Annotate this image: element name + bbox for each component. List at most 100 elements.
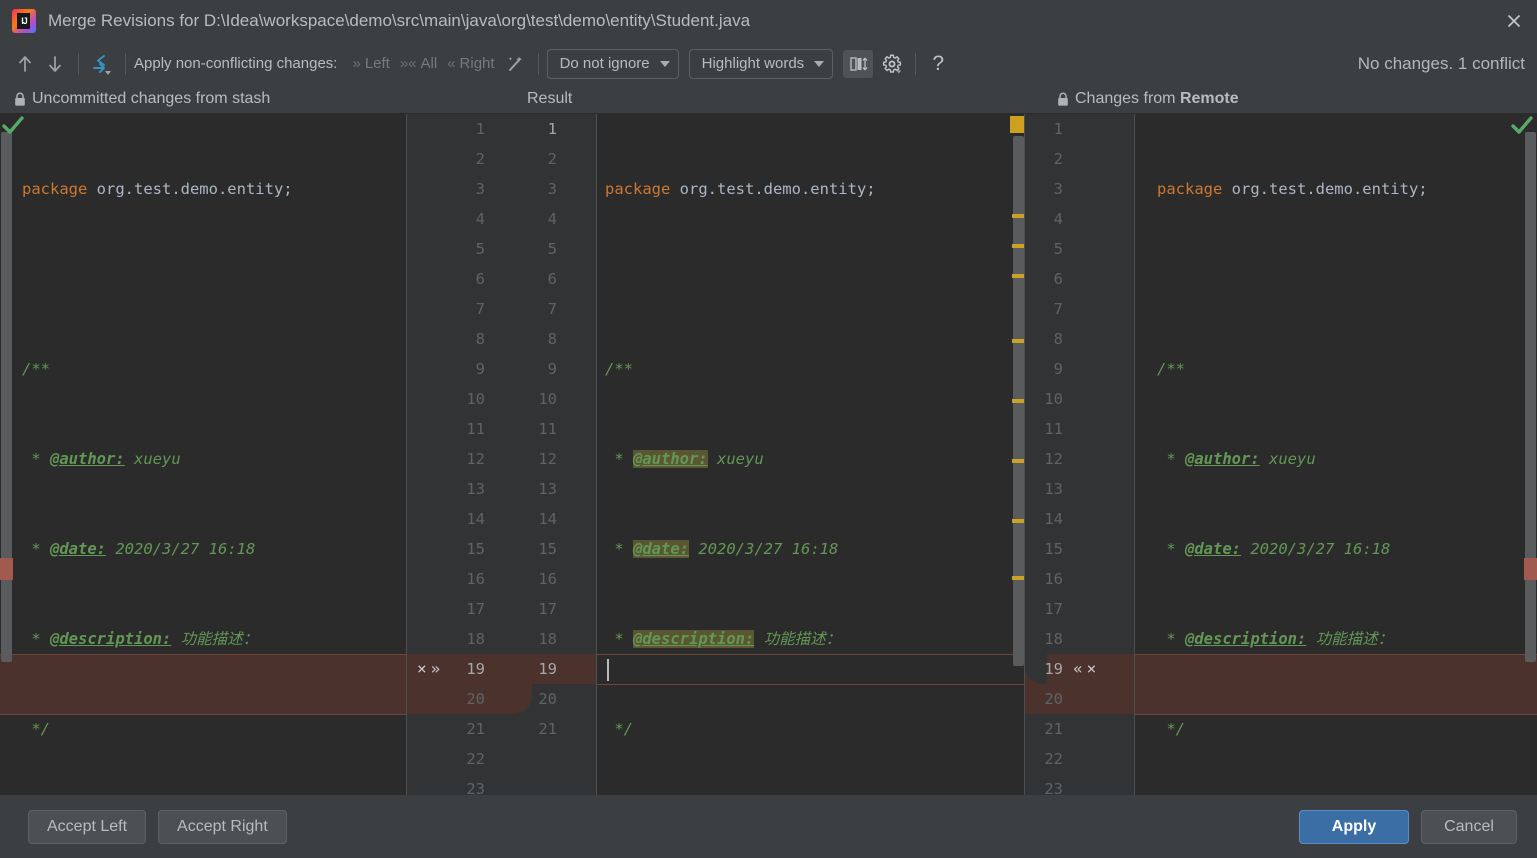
apply-all-non-conflicting-icon[interactable] [87,50,117,78]
result-editor-pane[interactable]: package org.test.demo.entity; /** * @aut… [597,114,1025,795]
magic-resolve-icon[interactable] [500,50,530,78]
code-line: */ [1157,720,1185,738]
apply-right-button[interactable]: « Right [442,53,499,74]
result-right-gutter: 1 2 3 4 5 6 7 8 9 10 11 12 13 14 15 16 1… [1025,114,1135,795]
chevron-both-icon: »« [399,55,417,72]
right-line-numbers: 4 [1053,210,1063,228]
right-line-numbers: 15 [1044,540,1063,558]
right-line-numbers: 11 [1044,420,1063,438]
collapse-unchanged-toggle[interactable] [843,49,874,78]
code-line: * @author: xueyu [605,450,764,468]
apply-all-button[interactable]: »« All [395,53,442,74]
left-line-numbers: 4 [475,210,485,228]
window-title: Merge Revisions for D:\Idea\workspace\de… [48,11,751,30]
chevron-down-icon [659,60,670,67]
right-line-numbers: 1 [1053,120,1063,138]
right-line-numbers: 13 [1044,480,1063,498]
accept-left-to-result-icon[interactable]: » [431,654,441,684]
left-line-numbers: 16 [466,570,485,588]
result-line-numbers: 6 [547,270,557,288]
left-scrollbar[interactable] [0,114,13,795]
left-pane-divider [406,114,407,795]
cancel-button[interactable]: Cancel [1421,809,1517,844]
apply-left-button[interactable]: » Left [347,53,394,74]
right-scrollbar[interactable] [1524,114,1537,795]
ok-check-icon-left [2,116,24,134]
apply-button[interactable]: Apply [1299,809,1409,844]
left-line-numbers: 15 [466,540,485,558]
ignore-policy-select[interactable]: Do not ignore [546,48,679,79]
left-line-numbers: 18 [466,630,485,648]
result-line-numbers: 3 [547,180,557,198]
result-line-numbers: 20 [538,690,557,708]
left-line-numbers: 21 [466,720,485,738]
right-line-numbers: 9 [1053,360,1063,378]
code-line: /** [605,360,633,378]
apply-all-label: All [420,55,438,72]
left-editor-pane[interactable]: package org.test.demo.entity; /** * @aut… [0,114,407,795]
apply-right-label: Right [459,55,495,72]
left-line-numbers: 23 [466,780,485,795]
text-caret [607,659,609,681]
right-line-numbers: 19 [1044,660,1063,678]
code-line: package org.test.demo.entity; [1157,180,1428,198]
code-line: * @description: 功能描述： [605,630,842,648]
left-conflict-marker[interactable] [0,558,13,580]
dialog-button-bar: Accept Left Accept Right Apply Cancel [0,795,1537,858]
left-line-numbers: 2 [475,150,485,168]
right-conflict-top-border [1135,654,1537,655]
result-line-numbers: 11 [538,420,557,438]
title-bar: Merge Revisions for D:\Idea\workspace\de… [0,0,1537,42]
close-icon[interactable] [1491,0,1537,42]
right-line-numbers: 6 [1053,270,1063,288]
chevron-right-double-icon: » [352,55,361,72]
code-line: * @author: xueyu [1157,450,1316,468]
gutter-divider [596,114,597,795]
result-modified-square-marker[interactable] [1010,116,1025,133]
left-line-numbers: 14 [466,510,485,528]
left-conflict-bottom-border [0,714,407,715]
code-line: * @date: 2020/3/27 16:18 [22,540,256,558]
reject-left-icon[interactable]: × [417,654,427,684]
result-line-numbers: 7 [547,300,557,318]
result-line-numbers: 1 [547,120,557,138]
highlight-policy-select[interactable]: Highlight words [688,48,834,79]
settings-gear-icon[interactable] [877,50,907,78]
left-scrollbar-thumb[interactable] [1,132,12,662]
right-editor-pane[interactable]: package org.test.demo.entity; /** * @aut… [1135,114,1537,795]
right-line-numbers: 10 [1044,390,1063,408]
result-line-numbers: 18 [538,630,557,648]
right-line-numbers: 8 [1053,330,1063,348]
result-conflict-top-border [597,654,1025,655]
accept-right-button[interactable]: Accept Right [158,809,287,844]
help-button[interactable]: ? [924,52,952,76]
result-line-numbers: 21 [538,720,557,738]
code-line: package org.test.demo.entity; [22,180,293,198]
result-line-numbers: 16 [538,570,557,588]
right-line-numbers: 18 [1044,630,1063,648]
reject-right-icon[interactable]: × [1087,654,1097,684]
lock-icon [15,92,25,106]
accept-right-to-result-icon[interactable]: « [1073,654,1083,684]
chevron-down-icon-2 [814,60,825,67]
previous-difference-icon[interactable] [10,50,40,78]
left-line-numbers: 8 [475,330,485,348]
right-line-numbers: 21 [1044,720,1063,738]
code-line: * @date: 2020/3/27 16:18 [1157,540,1391,558]
right-scrollbar-thumb[interactable] [1525,132,1536,662]
result-conflict-bottom-border [597,684,1025,685]
left-conflict-actions[interactable]: × » [417,654,440,684]
left-line-numbers: 11 [466,420,485,438]
code-line: /** [1157,360,1185,378]
merge-toolbar: Apply non-conflicting changes: » Left »«… [0,42,1537,85]
next-difference-icon[interactable] [40,50,70,78]
right-line-numbers: 23 [1044,780,1063,795]
left-conflict-top-border [0,654,407,655]
right-conflict-actions[interactable]: « × [1073,654,1096,684]
accept-left-button[interactable]: Accept Left [28,809,147,844]
code-line: * @description: 功能描述： [1157,630,1394,648]
code-line: * @author: xueyu [22,450,181,468]
right-conflict-marker[interactable] [1524,558,1537,580]
right-pane-source: Remote [1179,90,1239,107]
